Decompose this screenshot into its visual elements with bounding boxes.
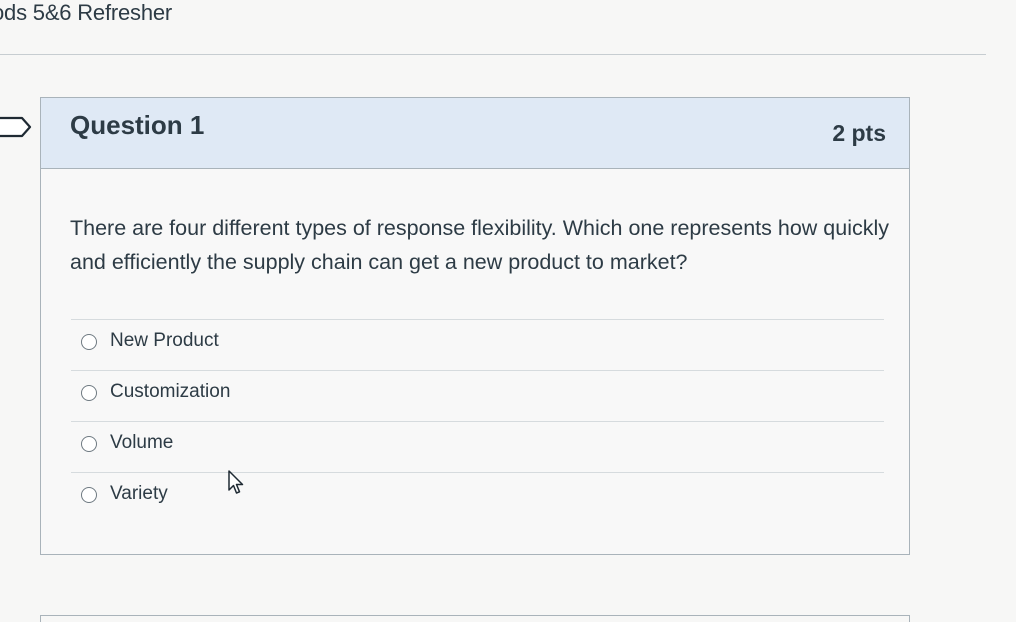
quiz-page: { "page": { "title": "ods 5&6 Refresher"… (0, 0, 1016, 622)
answer-list: New Product Customization Volume Variety (71, 319, 884, 524)
answer-label[interactable]: Customization (110, 381, 230, 403)
question-header: Question 1 2 pts (41, 98, 909, 169)
question-text: There are four different types of respon… (70, 216, 889, 274)
answer-option-variety[interactable]: Variety (71, 473, 884, 524)
answer-option-customization[interactable]: Customization (71, 371, 884, 422)
next-question-card-edge (40, 615, 910, 622)
page-title: ods 5&6 Refresher (0, 0, 173, 25)
radio-button[interactable] (81, 436, 97, 452)
radio-button[interactable] (81, 487, 97, 503)
radio-button[interactable] (81, 334, 97, 350)
answer-option-volume[interactable]: Volume (71, 422, 884, 473)
question-points: 2 pts (832, 120, 886, 146)
title-divider (0, 54, 986, 55)
question-name: Question 1 (70, 110, 205, 140)
answer-label[interactable]: New Product (110, 330, 219, 352)
mouse-cursor-icon (228, 470, 244, 494)
answer-label[interactable]: Variety (110, 483, 168, 505)
current-question-marker-icon (0, 116, 32, 138)
question-card: Question 1 2 pts There are four differen… (40, 97, 910, 555)
answer-option-new-product[interactable]: New Product (71, 320, 884, 371)
radio-button[interactable] (81, 385, 97, 401)
answer-label[interactable]: Volume (110, 432, 173, 454)
